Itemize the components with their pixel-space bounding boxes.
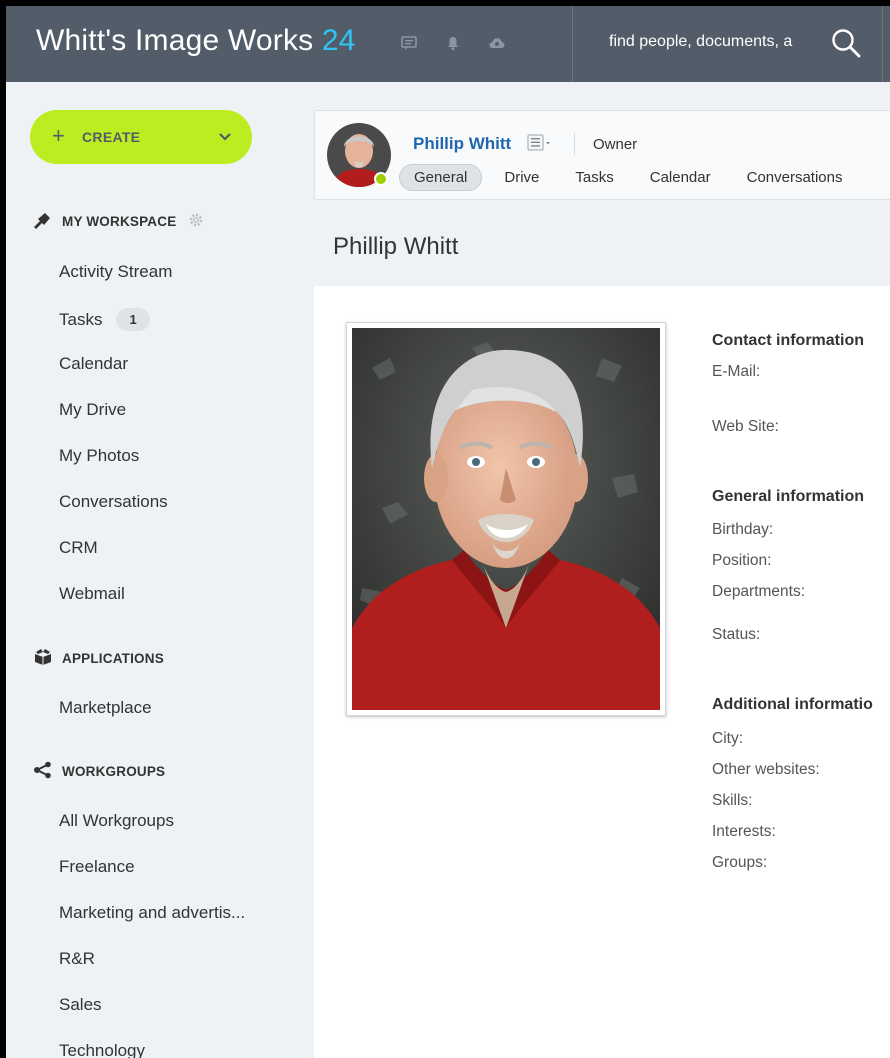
create-label: CREATE: [82, 129, 141, 145]
profile-tabs: General Drive Tasks Calendar Conversatio…: [399, 164, 865, 191]
box-icon: [32, 648, 62, 669]
website-label: Web Site:: [712, 418, 779, 435]
header-divider-right: [882, 6, 883, 82]
position-label: Position:: [712, 552, 772, 569]
skills-label: Skills:: [712, 792, 753, 809]
profile-photo-frame: [346, 322, 666, 716]
sidebar-item-conversations[interactable]: Conversations: [59, 492, 168, 512]
section-workgroups[interactable]: WORKGROUPS: [32, 761, 165, 782]
section-applications[interactable]: APPLICATIONS: [32, 648, 164, 669]
pin-icon: [32, 211, 62, 232]
email-label: E-Mail:: [712, 363, 761, 380]
tasks-count-badge: 1: [116, 308, 150, 331]
tab-drive[interactable]: Drive: [490, 165, 553, 190]
sidebar-item-my-drive[interactable]: My Drive: [59, 400, 126, 420]
sidebar-item-crm[interactable]: CRM: [59, 538, 98, 558]
sidebar-item-marketplace[interactable]: Marketplace: [59, 698, 152, 718]
profile-content: Contact information E-Mail: Web Site: Ge…: [314, 286, 890, 1058]
role-label: Owner: [593, 136, 638, 153]
profile-photo[interactable]: [352, 328, 660, 710]
cloud-icon[interactable]: [488, 34, 506, 57]
brand-number: 24: [321, 24, 356, 57]
departments-label: Departments:: [712, 583, 806, 600]
sidebar-item-rr[interactable]: R&R: [59, 949, 95, 969]
profile-name-link[interactable]: Phillip Whitt: [413, 134, 511, 154]
online-status-dot: [374, 172, 388, 186]
portal-logo[interactable]: Whitt's Image Works 24: [36, 24, 356, 58]
header-divider: [574, 133, 575, 155]
page-title: Phillip Whitt: [333, 233, 459, 260]
tab-general[interactable]: General: [399, 164, 483, 191]
plus-icon: +: [52, 123, 65, 148]
sidebar-item-label: Tasks: [59, 310, 103, 329]
sidebar-item-activity-stream[interactable]: Activity Stream: [59, 262, 172, 282]
sidebar-item-freelance[interactable]: Freelance: [59, 857, 135, 877]
sidebar-item-tasks[interactable]: Tasks 1: [59, 308, 150, 331]
sidebar-item-all-workgroups[interactable]: All Workgroups: [59, 811, 174, 831]
sidebar-item-webmail[interactable]: Webmail: [59, 584, 125, 604]
chat-icon[interactable]: [400, 34, 418, 57]
sidebar-item-calendar[interactable]: Calendar: [59, 354, 128, 374]
tab-conversations[interactable]: Conversations: [733, 165, 857, 190]
sidebar-item-technology[interactable]: Technology: [59, 1041, 145, 1058]
section-my-workspace[interactable]: MY WORKSPACE: [32, 211, 212, 232]
section-title: MY WORKSPACE: [62, 214, 177, 229]
search-input[interactable]: find people, documents, a: [609, 33, 815, 51]
section-title: APPLICATIONS: [62, 651, 164, 666]
brand-name: Whitt's Image Works: [36, 24, 314, 57]
groups-label: Groups:: [712, 854, 768, 871]
tab-calendar[interactable]: Calendar: [636, 165, 725, 190]
section-title: WORKGROUPS: [62, 764, 166, 779]
interests-label: Interests:: [712, 823, 776, 840]
other-websites-label: Other websites:: [712, 761, 820, 778]
profile-header-card: Phillip Whitt Owner General Drive Tasks …: [314, 110, 890, 200]
tab-tasks[interactable]: Tasks: [561, 165, 627, 190]
gear-icon[interactable]: [188, 212, 212, 231]
sidebar-item-my-photos[interactable]: My Photos: [59, 446, 139, 466]
sidebar-item-marketing[interactable]: Marketing and advertis...: [59, 903, 245, 923]
header-divider: [572, 6, 573, 82]
create-button[interactable]: + CREATE: [30, 110, 252, 164]
status-label: Status:: [712, 626, 761, 643]
city-label: City:: [712, 730, 743, 747]
general-info-heading: General information: [712, 488, 865, 505]
top-bar: Whitt's Image Works 24 find people, docu…: [6, 6, 890, 82]
sidebar-item-sales[interactable]: Sales: [59, 995, 102, 1015]
app-window: Whitt's Image Works 24 find people, docu…: [6, 6, 890, 1058]
contact-info-heading: Contact information: [712, 332, 864, 349]
share-icon: [32, 761, 62, 782]
bell-icon[interactable]: [444, 34, 462, 57]
birthday-label: Birthday:: [712, 521, 774, 538]
additional-info-heading: Additional informatio: [712, 696, 873, 713]
